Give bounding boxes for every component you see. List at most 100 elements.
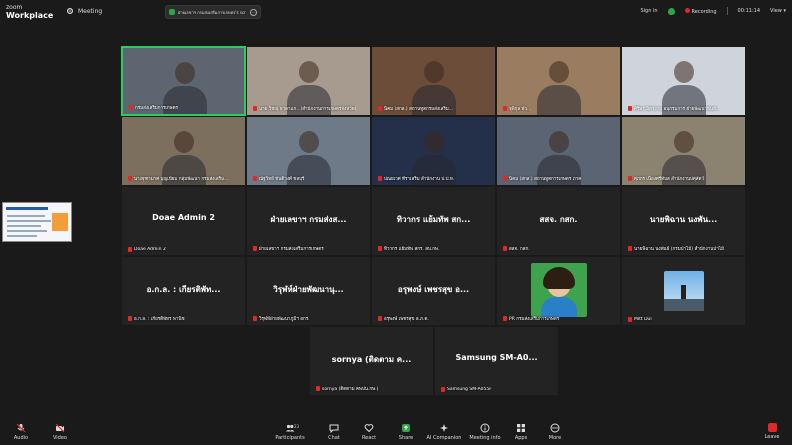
view-button[interactable]: View ▾ [770,8,786,14]
apps-label: Apps [514,435,528,441]
participant-name: จุพิกุล พัว... [509,107,532,112]
participant-tile[interactable]: PR กรมส่งเสริมการเกษตร [496,256,621,326]
participant-tile[interactable]: อรุพงษ์ เพชรสุข อ... อรุพงษ์ เพชรสุข อ.ภ.… [371,256,496,326]
participant-name-label: ณัฐวิทย์ ขันติวงศ์ ชลบุรี [253,175,304,182]
thumb-title-bar [6,207,48,210]
participant-tile[interactable]: Samsung SM-A0... Samsung SM-A055F [434,326,559,396]
more-icon [550,423,560,433]
participant-name: อรุพงษ์ เพชรสุข อ.ภ.ด. [384,317,429,322]
video-button[interactable]: Video [42,423,78,441]
divider [726,7,728,15]
participant-tile[interactable]: นาย วิชณุ ธาดาแก...(สำนักงานการเกษตรจังห… [246,46,371,116]
participant-display-name: Samsung SM-A0... [455,353,538,362]
participant-tile[interactable]: ทิวากร แย้มทัพ สก... ทิวากร แย้มทัพ สกร. … [371,186,496,256]
participant-tile[interactable]: กรมส่งเสริมการเกษตร [121,46,246,116]
participant-tile[interactable]: นางจุฑามาศ บุญเนียม กลุ่มพัฒนา กรมส่งเสร… [121,116,246,186]
brand-line2: Workplace [6,11,54,20]
participants-count: 23 [294,424,300,429]
microphone-muted-icon [253,106,257,111]
participant-tile[interactable]: นิคม (สกส.) สถานทูตการเกษตร ภาค [496,116,621,186]
microphone-muted-icon [128,176,132,181]
participant-tile[interactable]: ฝ่ายเลขาฯ กรมส่งส... ฝ่ายเลขาฯ กรมส่งเสริ… [246,186,371,256]
react-label: React [361,435,377,441]
participant-name-label: นางจุฑามาศ บุญเนียม กลุ่มพัฒนา กรมส่งเสร… [128,175,228,182]
participant-name: สสจ. กสก. [509,247,530,252]
react-button[interactable]: React [351,423,387,441]
participant-name: กรมส่งเสริมการเกษตร [135,106,178,111]
participant-tile[interactable]: Doae Admin 2 Doae Admin 2 [121,186,246,256]
participant-tile[interactable]: ณัฐวิทย์ ขันติวงศ์ ชลบุรี [246,116,371,186]
leave-button[interactable]: Leave [754,423,790,440]
video-feed [537,61,581,115]
meeting-menu[interactable]: Meeting [66,7,102,15]
participant-name-label: วิรุฬห์ฝ่ายพัฒนาภูมิฯ อกร. [253,315,310,322]
more-button[interactable]: More [537,423,573,441]
participant-name: ปณยเวศ ทีราเสริม สำนักงาน ป.ป.ท. [384,177,455,182]
top-right-controls: Sign in Recording 00:11:14 View ▾ [640,7,786,15]
participants-button[interactable]: 23 Participants [272,423,308,441]
participant-tile[interactable]: อ.ก.ล. : เกียรติพัท... อ.ก.ล. : เกียรติพั… [121,256,246,326]
participant-tile[interactable]: ปณยเวศ ทีราเสริม สำนักงาน ป.ป.ท. [371,116,496,186]
participant-tile[interactable]: วิรุฬห์ฝ่ายพัฒนานุ... วิรุฬห์ฝ่ายพัฒนาภูม… [246,256,371,326]
more-options-icon[interactable]: ⋯ [250,8,257,16]
participant-display-name: sornya (ติดตาม ค... [331,355,412,364]
microphone-muted-icon [378,246,382,251]
participant-name: Doae Admin 2 [134,247,166,252]
share-button[interactable]: Share [388,423,424,441]
shield-icon[interactable] [667,7,675,15]
participant-display-name: วิรุฬห์ฝ่ายพัฒนานุ... [273,285,344,294]
participant-name-label: ศิริพร มิตรงาม อนุกรมการ ฝ่ายพัฒนาพ้นที่… [628,105,720,112]
participant-tile[interactable]: นิคม (สกส.) สถานทูตกรมส่งเสริม... [371,46,496,116]
microphone-muted-icon [378,106,382,111]
meeting-info-button[interactable]: Meeting info [467,423,503,441]
participant-tile[interactable]: สสจ. กสก. สสจ. กสก. [496,186,621,256]
microphone-muted-icon [628,106,632,111]
recording-indicator[interactable]: Recording [684,7,717,15]
heart-icon [364,424,374,433]
microphone-muted-icon [128,247,132,252]
video-label: Video [52,435,67,441]
participant-name-label: นิคม (สกส.) สถานทูตการเกษตร ภาค [503,175,581,182]
participant-name-label: กรมส่งเสริมการเกษตร [129,104,178,111]
participant-name-label: นายพิฉาน นงพันธ์ (กรมป่าไม้) สำนักงานป่า… [628,245,724,252]
audio-label: Audio [13,435,29,441]
audio-button[interactable]: Audio [3,423,39,441]
participant-tile[interactable]: Mitt Dul [621,256,746,326]
participant-avatar [663,271,704,311]
participant-name: อ.ก.ล. : เกียรติพัทร พานิช [134,317,185,322]
camera-off-icon [55,423,65,433]
shared-screen-thumbnail[interactable] [2,202,72,242]
microphone-muted-icon [378,176,382,181]
participant-tile[interactable]: sornya (ติดตาม ค... sornya (ติดตาม คพปน.ก… [309,326,434,396]
participant-name: นาย วิชณุ ธาดาแก...(สำนักงานการเกษตรจังห… [259,107,357,112]
top-bar: zoom Workplace Meeting ฝ่ายเลขาฯ กรมส่งเ… [0,0,792,24]
leave-icon [767,423,777,432]
participant-tile[interactable]: จุพิกุล พัว... [496,46,621,116]
participant-name-label: นาย วิชณุ ธาดาแก...(สำนักงานการเกษตรจังห… [253,105,356,112]
participant-name: Mitt Dul [634,317,652,322]
gear-icon [67,8,73,14]
participant-display-name: อรุพงษ์ เพชรสุข อ... [397,285,470,294]
participant-name-label: ศุภกร เนื่องศรีทับส สำนักงานปศุสัตว์ [628,175,704,182]
screen-share-indicator[interactable]: ฝ่ายเลขาฯ กรมส่งเสริมการเกษตร's scr ⋯ [165,5,261,19]
participant-name-label: ปณยเวศ ทีราเสริม สำนักงาน ป.ป.ท. [378,175,454,182]
microphone-muted-icon [316,386,320,391]
more-label: More [548,435,562,441]
participants-label: Participants [275,435,305,441]
sign-in-link[interactable]: Sign in [640,8,657,14]
apps-button[interactable]: Apps [503,423,539,441]
meeting-timer: 00:11:14 [737,8,761,14]
thumb-logo [52,213,68,231]
ai-companion-button[interactable]: AI Companion [426,423,462,441]
participant-tile[interactable]: นายพิฉาน นงพัน... นายพิฉาน นงพันธ์ (กรมป่… [621,186,746,256]
sparkle-icon [440,424,448,432]
meeting-info-label: Meeting info [469,435,501,441]
participant-tile[interactable]: ศิริพร มิตรงาม อนุกรมการ ฝ่ายพัฒนาพ้นที่… [621,46,746,116]
chat-button[interactable]: Chat [316,423,352,441]
participant-tile[interactable]: ศุภกร เนื่องศรีทับส สำนักงานปศุสัตว์ [621,116,746,186]
participant-name-label: อรุพงษ์ เพชรสุข อ.ภ.ด. [378,315,429,322]
participant-name: ณัฐวิทย์ ขันติวงศ์ ชลบุรี [259,177,305,182]
participant-name: วิรุฬห์ฝ่ายพัฒนาภูมิฯ อกร. [259,317,310,322]
ai-companion-label: AI Companion [426,435,462,441]
participant-name-label: ฝ่ายเลขาฯ กรมส่งเสริมการเกษตร [253,245,324,252]
